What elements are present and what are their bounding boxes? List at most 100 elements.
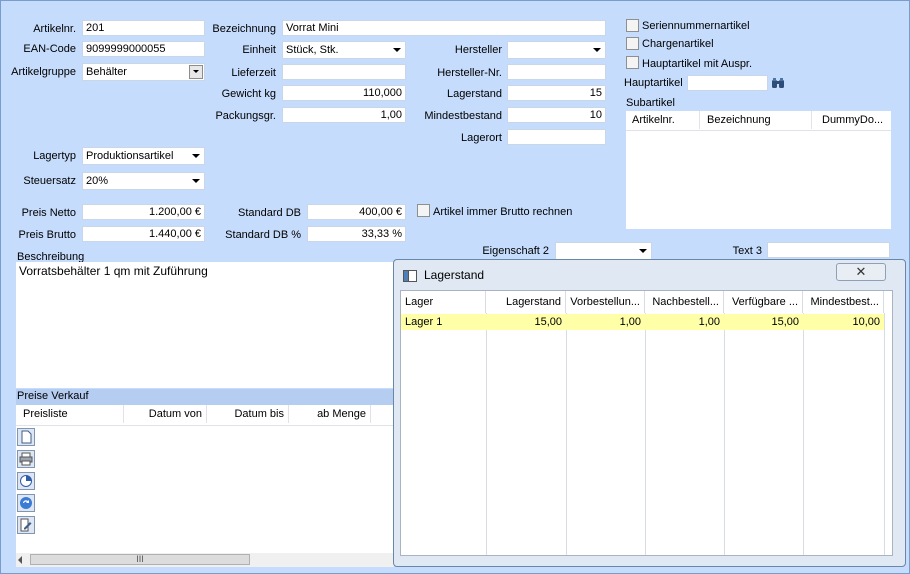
seriennummer-label: Seriennummernartikel [642, 20, 750, 32]
preise-col-ab-menge[interactable]: ab Menge [289, 405, 371, 423]
lagerstand-dialog: Lagerstand ✕ Lager Lagerstand Vorbestell… [393, 259, 906, 567]
col-verfuegbar[interactable]: Verfügbare ... [724, 291, 803, 313]
chevron-down-icon [393, 48, 401, 52]
hersteller-label: Hersteller [454, 44, 502, 56]
lagertyp-label: Lagertyp [33, 150, 76, 162]
subartikel-header: Artikelnr. Bezeichnung DummyDo... [626, 111, 891, 131]
steuersatz-label: Steuersatz [23, 175, 76, 187]
edit-icon[interactable] [17, 516, 35, 534]
cell-mindestbestand: 10,00 [852, 316, 880, 328]
chevron-down-icon [192, 154, 200, 158]
cell-lager: Lager 1 [405, 316, 443, 328]
preise-title: Preise Verkauf [17, 390, 89, 402]
close-button[interactable]: ✕ [836, 263, 886, 281]
packungsgr-input[interactable]: 1,00 [282, 107, 406, 123]
steuersatz-value: 20% [86, 175, 109, 187]
subartikel-col-bezeichnung[interactable]: Bezeichnung [700, 111, 812, 129]
gewicht-input[interactable]: 110,000 [282, 85, 406, 101]
ean-input[interactable]: 9099999000055 [82, 41, 205, 57]
einheit-label: Einheit [242, 44, 276, 56]
preis-netto-label: Preis Netto [21, 207, 76, 219]
standard-db-pct-input[interactable]: 33,33 % [307, 226, 406, 242]
close-icon: ✕ [855, 264, 867, 279]
dialog-title: Lagerstand [424, 268, 485, 282]
table-row[interactable]: Lager 1 15,00 1,00 1,00 15,00 10,00 [401, 314, 884, 330]
col-nachbestellung[interactable]: Nachbestell... [645, 291, 724, 313]
subartikel-col-artikelnr[interactable]: Artikelnr. [626, 111, 700, 129]
charge-label: Chargenartikel [642, 38, 714, 50]
col-vorbestellung[interactable]: Vorbestellun... [566, 291, 645, 313]
lieferzeit-input[interactable] [282, 64, 406, 80]
chevron-down-icon [593, 48, 601, 52]
beschreibung-textarea[interactable]: Vorratsbehälter 1 qm mit Zuführung [16, 262, 396, 388]
mindestbestand-input[interactable]: 10 [507, 107, 606, 123]
seriennummer-checkbox[interactable] [626, 19, 639, 32]
binoculars-icon[interactable] [771, 77, 785, 89]
brutto-rechnen-checkbox[interactable] [417, 204, 430, 217]
chevron-down-icon[interactable] [189, 65, 203, 79]
subartikel-label: Subartikel [626, 97, 675, 109]
packungsgr-label: Packungsgr. [215, 110, 276, 122]
bezeichnung-input[interactable]: Vorrat Mini [282, 20, 606, 36]
col-divider [724, 313, 804, 555]
ean-label: EAN-Code [23, 43, 76, 55]
scroll-left-icon[interactable] [18, 556, 22, 564]
col-divider [803, 313, 885, 555]
print-icon[interactable] [17, 450, 35, 468]
artikelnr-label: Artikelnr. [33, 23, 76, 35]
chart-icon[interactable] [17, 472, 35, 490]
col-mindestbestand[interactable]: Mindestbest... [803, 291, 884, 313]
hauptartikel-auspr-label: Hauptartikel mit Auspr. [642, 58, 753, 70]
cell-nachbestellung: 1,00 [698, 316, 720, 328]
hauptartikel-input[interactable] [687, 75, 768, 91]
brutto-rechnen-label: Artikel immer Brutto rechnen [433, 206, 573, 218]
cell-lagerstand: 15,00 [534, 316, 562, 328]
preis-netto-input[interactable]: 1.200,00 € [82, 204, 205, 220]
lieferzeit-label: Lieferzeit [231, 67, 276, 79]
chevron-down-icon [639, 249, 647, 253]
col-divider [566, 313, 646, 555]
text3-input[interactable] [767, 242, 890, 258]
col-divider [401, 313, 487, 555]
preise-col-datum-von[interactable]: Datum von [124, 405, 207, 423]
artikelgruppe-label: Artikelgruppe [11, 66, 76, 78]
standard-db-pct-label: Standard DB % [225, 229, 301, 241]
subartikel-col-dummy[interactable]: DummyDo... [812, 111, 891, 129]
artikelgruppe-value: Behälter [86, 66, 127, 78]
lagerstand-grid[interactable]: Lager Lagerstand Vorbestellun... Nachbes… [400, 290, 893, 556]
new-document-icon[interactable] [17, 428, 35, 446]
subartikel-grid[interactable]: Artikelnr. Bezeichnung DummyDo... [626, 111, 891, 229]
hersteller-select[interactable] [507, 41, 606, 59]
artikelgruppe-select[interactable]: Behälter [82, 63, 205, 81]
preise-col-datum-bis[interactable]: Datum bis [207, 405, 289, 423]
window-icon [403, 270, 417, 282]
einheit-value: Stück, Stk. [286, 44, 339, 56]
preise-scrollbar[interactable]: III [16, 553, 394, 567]
lagerstand-input[interactable]: 15 [507, 85, 606, 101]
preise-title-bar: Preise Verkauf [16, 389, 394, 405]
preise-col-preisliste[interactable]: Preisliste [16, 405, 124, 423]
preise-header: Preisliste Datum von Datum bis ab Menge [16, 405, 394, 426]
hauptartikel-label: Hauptartikel [624, 77, 683, 89]
preise-grid[interactable]: Preisliste Datum von Datum bis ab Menge [16, 405, 394, 557]
eigenschaft2-select[interactable] [555, 242, 652, 260]
charge-checkbox[interactable] [626, 37, 639, 50]
refresh-icon[interactable] [17, 494, 35, 512]
col-lagerstand[interactable]: Lagerstand [486, 291, 566, 313]
steuersatz-select[interactable]: 20% [82, 172, 205, 190]
lagerort-label: Lagerort [461, 132, 502, 144]
lagerort-input[interactable] [507, 129, 606, 145]
mindestbestand-label: Mindestbestand [424, 110, 502, 122]
standard-db-label: Standard DB [238, 207, 301, 219]
standard-db-input[interactable]: 400,00 € [307, 204, 406, 220]
beschreibung-text: Vorratsbehälter 1 qm mit Zuführung [19, 264, 208, 278]
hauptartikel-auspr-checkbox[interactable] [626, 56, 639, 69]
artikelnr-input[interactable]: 201 [82, 20, 205, 36]
hersteller-nr-input[interactable] [507, 64, 606, 80]
einheit-select[interactable]: Stück, Stk. [282, 41, 406, 59]
col-divider [645, 313, 725, 555]
lagertyp-select[interactable]: Produktionsartikel [82, 147, 205, 165]
preis-brutto-input[interactable]: 1.440,00 € [82, 226, 205, 242]
scroll-thumb[interactable]: III [30, 554, 250, 565]
col-lager[interactable]: Lager [401, 291, 486, 313]
